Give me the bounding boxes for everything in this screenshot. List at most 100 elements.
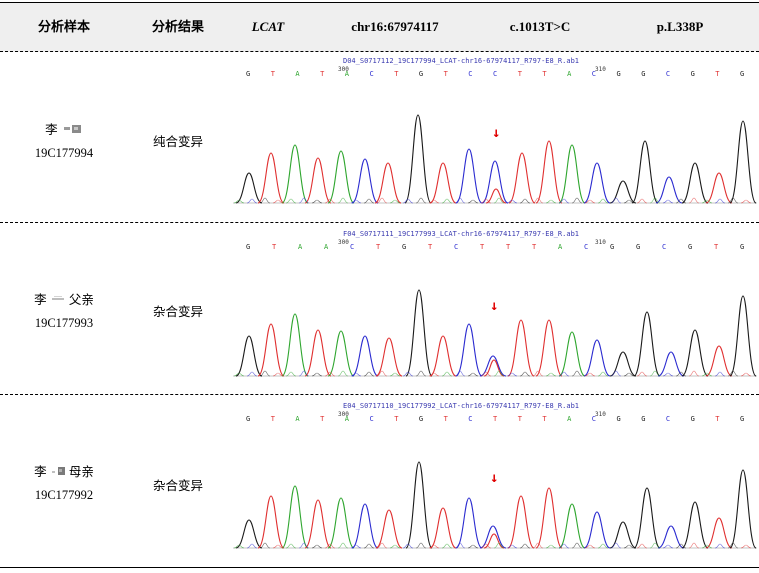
base-call: C	[592, 415, 596, 423]
base-call: T	[444, 70, 449, 78]
trace-file-label: F04_S0717111_19C177993_LCAT-chr16-679741…	[343, 230, 579, 238]
sample-cell: 李 父亲 19C177993	[0, 289, 128, 334]
table-row: 李 父亲 19C177993 杂合变异 F04_S0717111_19C1779…	[0, 223, 759, 395]
table-row: 李 19C177994 纯合变异 D04_S0717112_19C177994_…	[0, 51, 759, 223]
base-call: G	[636, 243, 640, 251]
trace-peak	[558, 503, 586, 549]
base-call: G	[688, 243, 692, 251]
trace-noise	[363, 371, 375, 377]
trace-noise	[545, 372, 557, 377]
base-call: G	[740, 415, 744, 423]
trace-peak	[281, 313, 309, 377]
trace-noise	[636, 371, 648, 377]
sample-cell: 李 母亲 19C177992	[0, 461, 128, 506]
trace-peak	[281, 485, 309, 549]
base-call: T	[271, 70, 276, 78]
trace-peak	[655, 176, 683, 204]
trace-peak	[257, 323, 285, 377]
chromatogram: F04_S0717111_19C177993_LCAT-chr16-679741…	[233, 226, 757, 392]
base-call: C	[468, 70, 472, 78]
base-call: T	[480, 243, 485, 251]
trace-peak	[583, 162, 611, 204]
trace-noise	[688, 370, 700, 377]
trace-noise	[519, 198, 531, 204]
table-row: 李 母亲 19C177992 杂合变异 E04_S0717110_19C1779…	[0, 395, 759, 568]
trace-noise	[311, 544, 323, 549]
trace-noise	[467, 199, 479, 204]
trace-peak	[481, 160, 509, 204]
trace-peak	[558, 144, 586, 204]
trace-noise	[454, 542, 466, 549]
sequencing-trace: D04_S0717112_19C177994_LCAT-chr16-679741…	[233, 57, 757, 204]
base-call: G	[740, 243, 744, 251]
trace-noise	[688, 197, 700, 204]
trace-peak	[583, 511, 611, 549]
trace-noise	[571, 542, 583, 549]
base-call: C	[454, 243, 458, 251]
name-suffix: 母亲	[68, 465, 94, 479]
trace-noise	[740, 372, 752, 377]
base-call: G	[402, 243, 406, 251]
sample-id: 19C177992	[34, 488, 94, 503]
base-call: T	[715, 70, 720, 78]
base-call: G	[419, 415, 423, 423]
trace-peak	[558, 331, 586, 377]
base-call: T	[320, 70, 325, 78]
trace-noise	[285, 543, 297, 549]
trace-peak	[235, 335, 263, 377]
variant-arrow-icon: ↓	[490, 470, 498, 486]
base-call: G	[641, 70, 645, 78]
sample-name: 李 母亲	[0, 461, 128, 484]
base-call: T	[532, 243, 537, 251]
base-call: T	[376, 243, 381, 251]
trace-noise	[467, 372, 479, 377]
base-call: T	[272, 243, 277, 251]
trace-noise	[428, 199, 440, 204]
name-suffix: 父亲	[68, 293, 94, 307]
trace-noise	[571, 370, 583, 377]
trace-peak	[455, 497, 483, 549]
trace-noise	[662, 372, 674, 377]
trace-noise	[311, 372, 323, 377]
base-call: A	[295, 70, 300, 78]
trace-peak	[405, 461, 433, 549]
sample-id: 19C177994	[34, 146, 94, 161]
trace-noise	[337, 370, 349, 377]
base-call: G	[246, 70, 250, 78]
trace-noise	[467, 544, 479, 549]
trace-noise	[441, 543, 453, 549]
sample-name: 李	[0, 119, 128, 142]
position-label: 310	[595, 66, 606, 73]
trace-noise	[714, 198, 726, 204]
trace-noise	[246, 543, 258, 549]
chromatogram: D04_S0717112_19C177994_LCAT-chr16-679741…	[233, 53, 757, 219]
trace-noise	[246, 198, 258, 204]
trace-peak	[633, 487, 661, 549]
trace-noise	[545, 544, 557, 549]
base-call: A	[567, 70, 572, 78]
trace-peak	[429, 335, 457, 377]
base-call: T	[444, 415, 449, 423]
trace-noise	[415, 370, 427, 377]
trace-peak	[351, 158, 379, 204]
trace-peak	[681, 501, 709, 549]
sequencing-trace: F04_S0717111_19C177993_LCAT-chr16-679741…	[233, 230, 757, 377]
trace-peak	[235, 519, 263, 549]
trace-peak	[729, 120, 757, 204]
trace-peak	[479, 525, 507, 549]
trace-peak	[507, 319, 535, 377]
trace-noise	[610, 370, 622, 377]
trace-noise	[337, 542, 349, 549]
sequencing-trace: E04_S0717110_19C177992_LCAT-chr16-679741…	[233, 402, 757, 549]
trace-peak	[327, 150, 355, 204]
result-cell: 杂合变异	[152, 305, 203, 319]
trace-peak	[405, 289, 433, 377]
trace-peak	[631, 140, 659, 204]
base-call: C	[370, 70, 374, 78]
base-call: C	[370, 415, 374, 423]
base-call: G	[617, 70, 621, 78]
trace-noise	[636, 198, 648, 204]
trace-peak	[583, 339, 611, 377]
trace-peak	[404, 114, 432, 204]
trace-noise	[662, 199, 674, 204]
